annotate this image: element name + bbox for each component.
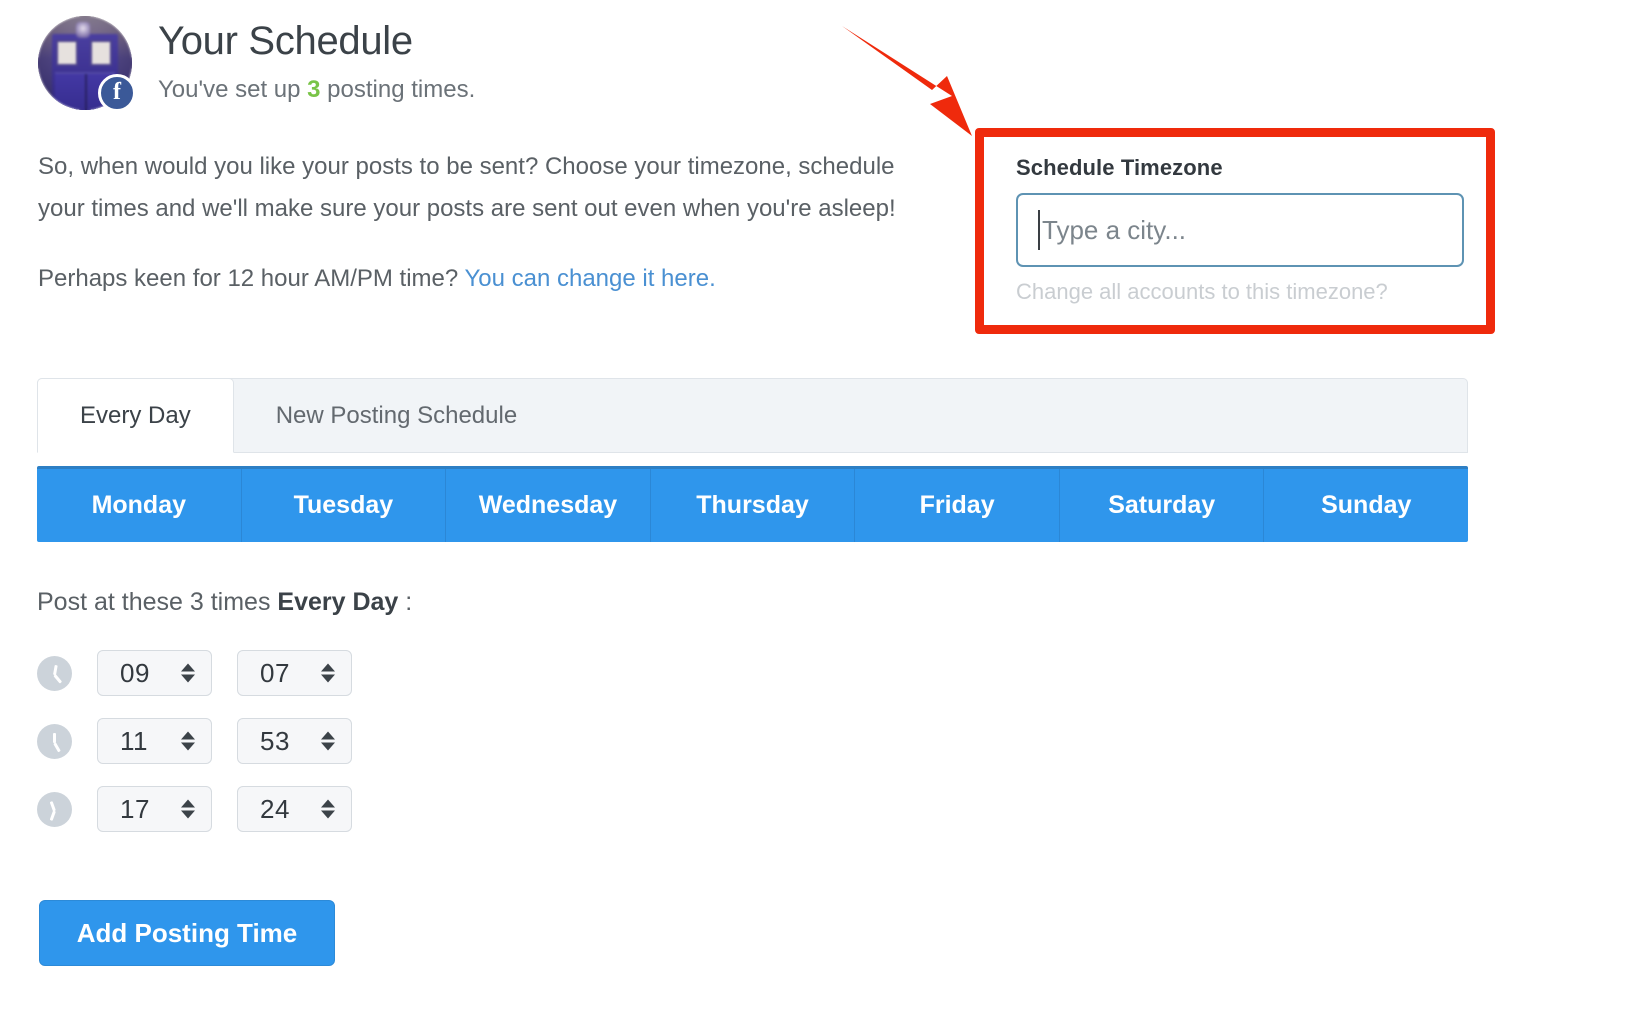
- stepper-arrows-icon[interactable]: [181, 731, 195, 751]
- hour-value: 17: [120, 793, 150, 824]
- intro-paragraph-2-text: Perhaps keen for 12 hour AM/PM time?: [38, 264, 465, 292]
- timezone-input-wrap: [1016, 193, 1464, 267]
- stepper-arrows-icon[interactable]: [321, 799, 335, 819]
- stepper-arrows-icon[interactable]: [181, 799, 195, 819]
- schedule-timezone-callout: Schedule Timezone Change all accounts to…: [975, 128, 1495, 334]
- times-label-scope: Every Day: [277, 588, 399, 616]
- hour-value: 11: [120, 725, 148, 756]
- day-tab-tuesday[interactable]: Tuesday: [242, 469, 447, 542]
- day-tab-monday[interactable]: Monday: [37, 469, 242, 542]
- posting-time-row: 11 53: [37, 718, 352, 764]
- posting-times-list: 09 07 11 53 17 24: [37, 650, 352, 854]
- minute-stepper[interactable]: 24: [237, 786, 352, 832]
- clock-icon: [37, 791, 72, 827]
- hour-stepper[interactable]: 17: [97, 786, 212, 832]
- posting-time-row: 17 24: [37, 786, 352, 832]
- times-label-prefix: Post at these 3 times: [37, 588, 278, 616]
- page-subtitle: You've set up 3 posting times.: [158, 76, 475, 104]
- change-all-accounts-link[interactable]: Change all accounts to this timezone?: [1016, 279, 1464, 305]
- stepper-arrows-icon[interactable]: [181, 663, 195, 683]
- posting-times-count: 3: [307, 76, 321, 103]
- subtitle-prefix: You've set up: [158, 76, 308, 103]
- page-title: Your Schedule: [158, 19, 413, 63]
- times-label-suffix: :: [398, 588, 413, 616]
- times-section-label: Post at these 3 times Every Day :: [37, 588, 412, 617]
- day-tab-saturday[interactable]: Saturday: [1060, 469, 1265, 542]
- hour-value: 09: [120, 657, 150, 688]
- minute-stepper[interactable]: 53: [237, 718, 352, 764]
- schedule-tabs: Every Day New Posting Schedule: [37, 378, 1468, 453]
- hour-stepper[interactable]: 11: [97, 718, 212, 764]
- minute-value: 53: [260, 725, 290, 756]
- minute-value: 07: [260, 657, 290, 688]
- minute-stepper[interactable]: 07: [237, 650, 352, 696]
- intro-paragraph-1: So, when would you like your posts to be…: [38, 153, 896, 222]
- tab-new-posting-schedule[interactable]: New Posting Schedule: [234, 379, 559, 452]
- day-selector: Monday Tuesday Wednesday Thursday Friday…: [37, 466, 1468, 542]
- schedule-timezone-label: Schedule Timezone: [1016, 155, 1223, 180]
- intro-paragraph-2: Perhaps keen for 12 hour AM/PM time? You…: [38, 258, 928, 300]
- day-tab-thursday[interactable]: Thursday: [651, 469, 856, 542]
- day-tab-friday[interactable]: Friday: [855, 469, 1060, 542]
- timezone-input[interactable]: [1016, 193, 1464, 267]
- schedule-page: f Your Schedule You've set up 3 posting …: [0, 0, 1642, 1032]
- stepper-arrows-icon[interactable]: [321, 663, 335, 683]
- hour-stepper[interactable]: 09: [97, 650, 212, 696]
- clock-icon: [37, 723, 72, 759]
- change-time-format-link[interactable]: You can change it here.: [464, 265, 715, 292]
- add-posting-time-button[interactable]: Add Posting Time: [39, 900, 335, 966]
- intro-copy: So, when would you like your posts to be…: [38, 146, 928, 299]
- account-header: f Your Schedule You've set up 3 posting …: [38, 16, 475, 112]
- avatar[interactable]: f: [38, 16, 136, 112]
- day-tab-wednesday[interactable]: Wednesday: [446, 469, 651, 542]
- minute-value: 24: [260, 793, 290, 824]
- facebook-icon: f: [98, 74, 136, 112]
- subtitle-suffix: posting times.: [320, 76, 476, 103]
- stepper-arrows-icon[interactable]: [321, 731, 335, 751]
- text-cursor-icon: [1038, 210, 1040, 250]
- tab-every-day[interactable]: Every Day: [37, 378, 234, 453]
- clock-icon: [37, 655, 72, 691]
- posting-time-row: 09 07: [37, 650, 352, 696]
- day-tab-sunday[interactable]: Sunday: [1264, 469, 1468, 542]
